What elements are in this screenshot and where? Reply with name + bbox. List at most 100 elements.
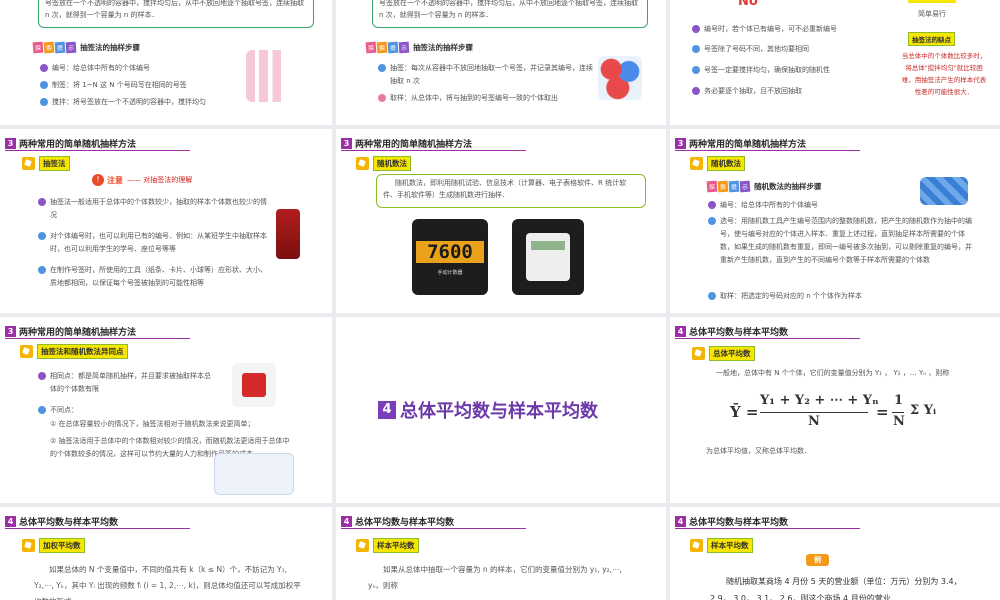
sub-item: ① 在总体容量较小的情况下，抽签法相对于随机数法来说更简单； bbox=[50, 420, 255, 428]
list-item: 制签：将 1~N 这 N 个号码写在相同的号签 bbox=[40, 79, 240, 92]
table-image bbox=[214, 453, 294, 495]
flag-icon bbox=[690, 157, 703, 170]
section-title: 两种常用的简单随机抽样方法 bbox=[355, 140, 473, 150]
list-item: 号签一定要搅拌均匀，确保抽取的随机性 bbox=[692, 64, 892, 77]
tag-label: 样本平均数 bbox=[707, 538, 753, 553]
slide-12[interactable]: 4 总体平均数与样本平均数 样本平均数 例 随机抽取某商场 4 月份 5 天的营业… bbox=[670, 507, 1000, 600]
explore-char: 索 bbox=[717, 180, 729, 193]
explore-char: 探 bbox=[32, 41, 44, 54]
section-number: 4 bbox=[378, 401, 396, 419]
explore-char: 索 bbox=[376, 41, 388, 54]
section-title: 总体平均数与样本平均数 bbox=[689, 328, 789, 338]
section-title: 两种常用的简单随机抽样方法 bbox=[19, 328, 137, 338]
formula-equals: = bbox=[876, 403, 889, 421]
body-text: 随机抽取某商场 4 月份 5 天的营业额（单位：万元）分别为 3.4， 2.9，… bbox=[710, 577, 962, 600]
logo-text: No bbox=[738, 0, 758, 9]
section-header: 4 总体平均数与样本平均数 bbox=[675, 515, 788, 528]
example-badge: 例 bbox=[806, 554, 829, 566]
section-title-large: 4 总体平均数与样本平均数 bbox=[378, 397, 598, 423]
list-item: 相同点：都是简单随机抽样，并且要求被抽取样本总体的个体数有限 bbox=[38, 370, 213, 396]
section-number: 4 bbox=[341, 516, 352, 527]
explore-char: 探 bbox=[706, 180, 718, 193]
slide-9[interactable]: 4 总体平均数与样本平均数 总体平均数 一般地，总体中有 N 个个体，它们的变量值… bbox=[670, 317, 1000, 503]
section-header: 4 总体平均数与样本平均数 bbox=[675, 325, 788, 338]
counter-display: 7600 bbox=[416, 241, 484, 263]
slide-10[interactable]: 4 总体平均数与样本平均数 加权平均数 如果总体的 N 个变量值中，不同的值共有 … bbox=[0, 507, 332, 600]
section-title: 两种常用的简单随机抽样方法 bbox=[689, 140, 807, 150]
topic-tag: 加权平均数 bbox=[22, 538, 85, 553]
slide-1[interactable]: 号签放在一个不透明的容器中，搅拌均匀后，从中不放回地逐个抽取号签，连续抽取 n … bbox=[0, 0, 332, 125]
note-label: 注意 bbox=[107, 175, 123, 185]
header-rule bbox=[341, 150, 526, 151]
explore-badge: 探索提示 抽签法的抽样步骤 bbox=[365, 41, 473, 54]
tag-label: 总体平均数 bbox=[709, 346, 755, 361]
tag-label: 样本平均数 bbox=[373, 538, 419, 553]
section-number: 4 bbox=[675, 326, 686, 337]
closing-text: 为总体平均值，又称总体平均数． bbox=[706, 447, 811, 455]
slide-4[interactable]: 3 两种常用的简单随机抽样方法 抽签法 ! 注意 —— 对抽签法的理解 抽签法一般… bbox=[0, 129, 332, 313]
slide-5[interactable]: 3 两种常用的简单随机抽样方法 随机数法 随机数法，即利用随机试验、信息技术（计算… bbox=[336, 129, 666, 313]
list-item: 在制作号签时，所使用的工具（纸条、卡片、小球等）应形状、大小、质地都相同，以保证… bbox=[38, 264, 268, 290]
section-number: 4 bbox=[5, 516, 16, 527]
definition-box: 号签放在一个不透明的容器中，搅拌均匀后，从中不放回地逐个抽取号签，连续抽取 n … bbox=[38, 0, 314, 28]
formula-lhs: Ȳ = bbox=[730, 403, 759, 421]
list-item: 取样：从总体中，将与抽到的号签编号一致的个体取出 bbox=[378, 92, 593, 105]
slide-2[interactable]: 号签放在一个不透明的容器中，搅拌均匀后，从中不放回地逐个抽取号签，连续抽取 n … bbox=[336, 0, 666, 125]
slide-3[interactable]: No 简单易行 编号时，若个体已有编号，可不必重新编号 号签除了号码不同，其他均… bbox=[670, 0, 1000, 125]
tag-label: 随机数法 bbox=[373, 156, 411, 171]
section-title: 总体平均数与样本平均数 bbox=[400, 401, 598, 422]
vials-image bbox=[246, 50, 290, 102]
list-item: 务必要逐个抽取，且不放回抽取 bbox=[692, 85, 892, 98]
box-text: 号签放在一个不透明的容器中，搅拌均匀后，从中不放回地逐个抽取号签，连续抽取 n … bbox=[379, 0, 638, 19]
explore-char: 索 bbox=[43, 41, 55, 54]
formula-coef-den: N bbox=[893, 414, 905, 429]
note-heading: ! 注意 —— 对抽签法的理解 bbox=[92, 174, 192, 186]
list-item: 号签除了号码不同，其他均要相同 bbox=[692, 43, 892, 56]
slide-7[interactable]: 3 两种常用的简单随机抽样方法 抽签法和随机数法异同点 相同点：都是简单随机抽样，… bbox=[0, 317, 332, 503]
flag-icon bbox=[356, 539, 369, 552]
section-number: 3 bbox=[5, 326, 16, 337]
section-title: 两种常用的简单随机抽样方法 bbox=[19, 140, 137, 150]
header-rule bbox=[675, 150, 860, 151]
flag-icon bbox=[20, 345, 33, 358]
section-number: 3 bbox=[5, 138, 16, 149]
body-text: 如果从总体中抽取一个容量为 n 的样本，它们的变量值分别为 y₁, y₂,⋯, … bbox=[368, 565, 622, 590]
list-item: 搅拌：将号签放在一个不透明的容器中，搅拌均匀 bbox=[40, 96, 250, 109]
formula-bar bbox=[760, 412, 868, 413]
topic-tag: 抽签法 bbox=[22, 156, 70, 171]
advantage-text: 简单易行 bbox=[918, 10, 946, 18]
section-title: 总体平均数与样本平均数 bbox=[689, 518, 789, 528]
flag-icon bbox=[356, 157, 369, 170]
slide-6[interactable]: 3 两种常用的简单随机抽样方法 随机数法 探索提示 随机数法的抽样步骤 编号：给总… bbox=[670, 129, 1000, 313]
list-item: 选号：用随机数工具产生编号范围内的整数随机数，把产生的随机数作为抽中的编号，使与… bbox=[708, 215, 978, 267]
box-text: 随机数法，即利用随机试验、信息技术（计算器、电子表格软件、R 统计软件、手机软件… bbox=[383, 179, 627, 199]
explore-char: 示 bbox=[739, 180, 751, 193]
slide-11[interactable]: 4 总体平均数与样本平均数 样本平均数 如果从总体中抽取一个容量为 n 的样本，它… bbox=[336, 507, 666, 600]
explore-badge: 探索提示 随机数法的抽样步骤 bbox=[706, 180, 822, 193]
explore-char: 探 bbox=[365, 41, 377, 54]
list-item: 编号：给总体中所有的个体编号 bbox=[40, 62, 240, 75]
flag-icon bbox=[690, 539, 703, 552]
section-header: 4 总体平均数与样本平均数 bbox=[5, 515, 118, 528]
formula-sum: Σ Yᵢ bbox=[910, 403, 937, 418]
header-rule bbox=[5, 150, 190, 151]
formula-denominator: N bbox=[808, 414, 820, 429]
tag-label: 抽签法和随机数法异同点 bbox=[37, 344, 128, 359]
header-rule bbox=[5, 338, 190, 339]
intro-text: 一般地，总体中有 N 个个体，它们的变量值分别为 Y₁ ， Y₂ ，… Yₙ ，… bbox=[716, 369, 950, 377]
list-item: 对个体编号时，也可以利用已有的编号．例如：从某班学生中抽取样本时，也可以利用学生… bbox=[38, 230, 268, 256]
section-title: 总体平均数与样本平均数 bbox=[355, 518, 455, 528]
section-title: 总体平均数与样本平均数 bbox=[19, 518, 119, 528]
list-item: 不同点： bbox=[38, 404, 238, 417]
disadvantage-tag: 抽签法的缺点 bbox=[908, 32, 955, 46]
list-item: 抽签：每次从容器中不放回地抽取一个号签，并记录其编号，连续抽取 n 次 bbox=[378, 62, 593, 88]
explore-char: 提 bbox=[387, 41, 399, 54]
section-header: 3 两种常用的简单随机抽样方法 bbox=[5, 137, 136, 150]
red-box-image bbox=[232, 363, 276, 407]
topic-tag: 样本平均数 bbox=[690, 538, 753, 553]
section-header: 3 两种常用的简单随机抽样方法 bbox=[5, 325, 136, 338]
explore-badge: 探索提示 抽签法的抽样步骤 bbox=[32, 41, 140, 54]
topic-tag: 样本平均数 bbox=[356, 538, 419, 553]
advantage-tag bbox=[908, 0, 956, 3]
warning-icon: ! bbox=[92, 174, 104, 186]
